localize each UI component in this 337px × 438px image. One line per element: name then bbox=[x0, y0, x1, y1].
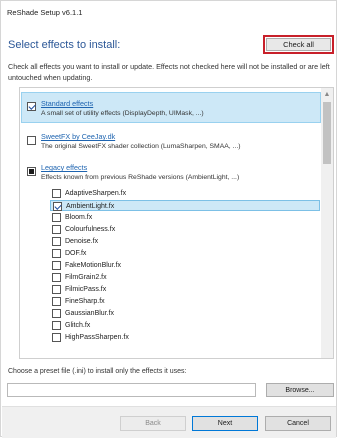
group-desc-standard: A small set of utility effects (DisplayD… bbox=[41, 110, 204, 117]
preset-label: Choose a preset file (.ini) to install o… bbox=[8, 368, 187, 375]
effect-row[interactable]: FineSharp.fx bbox=[50, 296, 320, 307]
group-title-sweetfx[interactable]: SweetFX by CeeJay.dk bbox=[41, 132, 115, 141]
effect-label: Denoise.fx bbox=[65, 238, 99, 245]
effect-checkbox[interactable] bbox=[52, 273, 61, 282]
effect-label: Bloom.fx bbox=[65, 214, 93, 221]
scrollbar-thumb[interactable] bbox=[323, 102, 331, 164]
next-button[interactable]: Next bbox=[192, 416, 258, 431]
group-standard-effects[interactable]: Standard effects A small set of utility … bbox=[21, 92, 321, 123]
group-checkbox-sweetfx[interactable] bbox=[27, 136, 36, 145]
effect-checkbox[interactable] bbox=[52, 321, 61, 330]
effect-row[interactable]: AdaptiveSharpen.fx bbox=[50, 188, 320, 199]
effect-label: HighPassSharpen.fx bbox=[65, 334, 129, 341]
chevron-up-icon[interactable]: ▲ bbox=[321, 88, 333, 100]
effect-row[interactable]: Colourfulness.fx bbox=[50, 224, 320, 235]
effect-label: FakeMotionBlur.fx bbox=[65, 262, 122, 269]
effect-checkbox[interactable] bbox=[52, 237, 61, 246]
group-legacy-effects[interactable]: Legacy effects Effects known from previo… bbox=[21, 158, 321, 188]
effect-row[interactable]: Glitch.fx bbox=[50, 320, 320, 331]
group-checkbox-standard[interactable] bbox=[27, 102, 36, 111]
effect-checkbox[interactable] bbox=[52, 285, 61, 294]
preset-file-input[interactable] bbox=[7, 383, 256, 397]
effect-row[interactable]: Bloom.fx bbox=[50, 212, 320, 223]
effect-row[interactable]: FilmGrain2.fx bbox=[50, 272, 320, 283]
check-all-highlight: Check all bbox=[263, 35, 334, 54]
group-title-legacy[interactable]: Legacy effects bbox=[41, 163, 87, 172]
group-desc-legacy: Effects known from previous ReShade vers… bbox=[41, 174, 240, 181]
effect-checkbox[interactable] bbox=[52, 213, 61, 222]
browse-button[interactable]: Browse... bbox=[266, 383, 334, 397]
effect-checkbox[interactable] bbox=[52, 261, 61, 270]
effect-row[interactable]: HighPassSharpen.fx bbox=[50, 332, 320, 343]
window-title: ReShade Setup v6.1.1 bbox=[7, 8, 83, 17]
effect-checkbox[interactable] bbox=[52, 297, 61, 306]
instructions-text: Check all effects you want to install or… bbox=[8, 62, 330, 82]
effect-row[interactable]: AmbientLight.fx bbox=[50, 200, 320, 211]
effect-row[interactable]: GaussianBlur.fx bbox=[50, 308, 320, 319]
effect-row[interactable]: FilmicPass.fx bbox=[50, 284, 320, 295]
back-button[interactable]: Back bbox=[120, 416, 186, 431]
cancel-button[interactable]: Cancel bbox=[265, 416, 331, 431]
group-title-standard[interactable]: Standard effects bbox=[41, 99, 93, 108]
effect-row[interactable]: DOF.fx bbox=[50, 248, 320, 259]
effect-label: Glitch.fx bbox=[65, 322, 91, 329]
group-sweetfx[interactable]: SweetFX by CeeJay.dk The original SweetF… bbox=[21, 126, 321, 156]
group-desc-sweetfx: The original SweetFX shader collection (… bbox=[41, 143, 241, 150]
effect-label: AmbientLight.fx bbox=[66, 203, 115, 210]
effects-list[interactable]: Standard effects A small set of utility … bbox=[19, 87, 334, 359]
effect-checkbox[interactable] bbox=[52, 309, 61, 318]
effect-label: GaussianBlur.fx bbox=[65, 310, 115, 317]
effect-label: Colourfulness.fx bbox=[65, 226, 116, 233]
setup-window: ReShade Setup v6.1.1 Select effects to i… bbox=[0, 0, 337, 438]
effect-checkbox[interactable] bbox=[52, 225, 61, 234]
effect-label: AdaptiveSharpen.fx bbox=[65, 190, 127, 197]
footer-bar: Back Next Cancel bbox=[2, 406, 336, 438]
effect-checkbox[interactable] bbox=[53, 202, 62, 211]
effect-label: FineSharp.fx bbox=[65, 298, 105, 305]
vertical-scrollbar[interactable]: ▲ bbox=[321, 88, 333, 358]
effect-row[interactable]: FakeMotionBlur.fx bbox=[50, 260, 320, 271]
group-checkbox-legacy[interactable] bbox=[27, 167, 36, 176]
effect-checkbox[interactable] bbox=[52, 189, 61, 198]
effect-label: DOF.fx bbox=[65, 250, 87, 257]
effect-row[interactable]: Denoise.fx bbox=[50, 236, 320, 247]
page-heading: Select effects to install: bbox=[8, 39, 121, 51]
check-all-button[interactable]: Check all bbox=[266, 38, 331, 51]
effect-checkbox[interactable] bbox=[52, 249, 61, 258]
effect-label: FilmGrain2.fx bbox=[65, 274, 107, 281]
effect-label: FilmicPass.fx bbox=[65, 286, 107, 293]
effect-checkbox[interactable] bbox=[52, 333, 61, 342]
